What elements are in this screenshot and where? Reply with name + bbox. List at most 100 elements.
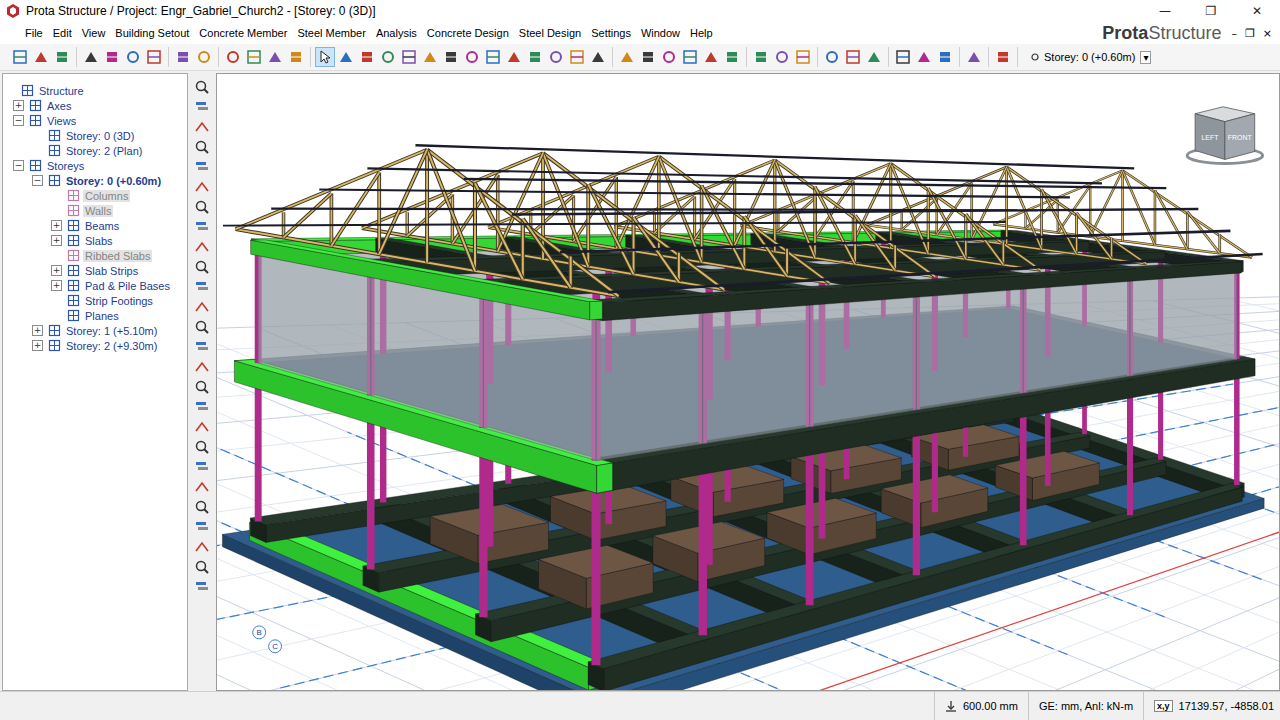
view-tool-button[interactable] (193, 179, 211, 195)
toolbar-button[interactable] (722, 47, 742, 67)
tree-item[interactable]: Walls (3, 203, 187, 218)
toolbar-button[interactable] (420, 47, 440, 67)
view-tool-button[interactable] (193, 239, 211, 255)
view-tool-button[interactable] (193, 459, 211, 475)
storey-dropdown[interactable]: Storey: 0 (+0.60m) ▾ (1028, 50, 1154, 65)
tree-expander[interactable]: − (13, 115, 24, 126)
view-tool-button[interactable] (193, 419, 211, 435)
toolbar-button[interactable] (483, 47, 503, 67)
toolbar-button[interactable] (265, 47, 285, 67)
toolbar-button[interactable] (286, 47, 306, 67)
toolbar-button[interactable] (144, 47, 164, 67)
tree-item[interactable]: + Beams (3, 218, 187, 233)
toolbar-button[interactable] (546, 47, 566, 67)
tree-expander[interactable]: + (32, 340, 43, 351)
tree-expander[interactable] (51, 205, 62, 216)
toolbar-button[interactable] (173, 47, 193, 67)
tree-expander[interactable] (51, 190, 62, 201)
view-tool-button[interactable] (193, 579, 211, 595)
toolbar-button[interactable] (10, 47, 30, 67)
tree-expander[interactable] (51, 310, 62, 321)
tree-item[interactable]: − Storeys (3, 158, 187, 173)
document-control-button[interactable]: ❐ (1245, 27, 1255, 40)
toolbar-button[interactable] (441, 47, 461, 67)
view-tool-button[interactable] (193, 199, 211, 215)
toolbar-button[interactable] (617, 47, 637, 67)
toolbar-button[interactable] (701, 47, 721, 67)
view-tool-button[interactable] (193, 339, 211, 355)
tree-expander[interactable] (51, 295, 62, 306)
tree-item[interactable]: + Storey: 1 (+5.10m) (3, 323, 187, 338)
window-control-button[interactable]: — (1142, 0, 1188, 22)
toolbar-button[interactable] (336, 47, 356, 67)
toolbar-button[interactable] (462, 47, 482, 67)
toolbar-button[interactable] (525, 47, 545, 67)
toolbar-button[interactable] (993, 47, 1013, 67)
view-tool-button[interactable] (193, 99, 211, 115)
toolbar-button[interactable] (751, 47, 771, 67)
toolbar-button[interactable] (893, 47, 913, 67)
toolbar-button[interactable] (81, 47, 101, 67)
menu-item[interactable]: Help (685, 25, 718, 41)
window-control-button[interactable]: ❐ (1188, 0, 1234, 22)
menu-item[interactable]: Concrete Member (194, 25, 292, 41)
view-tool-button[interactable] (193, 319, 211, 335)
toolbar-button[interactable] (31, 47, 51, 67)
tree-item[interactable]: + Slab Strips (3, 263, 187, 278)
view-tool-button[interactable] (193, 159, 211, 175)
tree-expander[interactable]: + (51, 280, 62, 291)
toolbar-button[interactable] (223, 47, 243, 67)
toolbar-button[interactable] (194, 47, 214, 67)
tree-item[interactable]: + Pad & Pile Bases (3, 278, 187, 293)
tree-expander[interactable] (32, 130, 43, 141)
toolbar-button[interactable] (864, 47, 884, 67)
toolbar-button[interactable] (315, 47, 335, 67)
toolbar-button[interactable] (793, 47, 813, 67)
tree-item[interactable]: Storey: 0 (3D) (3, 128, 187, 143)
view-tool-button[interactable] (193, 539, 211, 555)
menu-item[interactable]: Window (636, 25, 685, 41)
toolbar-button[interactable] (378, 47, 398, 67)
menu-item[interactable]: Building Setout (110, 25, 194, 41)
view-tool-button[interactable] (193, 479, 211, 495)
view-tool-button[interactable] (193, 359, 211, 375)
tree-expander[interactable]: + (51, 235, 62, 246)
toolbar-button[interactable] (504, 47, 524, 67)
toolbar-button[interactable] (772, 47, 792, 67)
tree-expander[interactable] (51, 250, 62, 261)
tree-expander[interactable]: + (51, 265, 62, 276)
menu-item[interactable]: Concrete Design (422, 25, 514, 41)
3d-viewport[interactable]: BCLEFTFRONT (216, 73, 1280, 691)
toolbar-button[interactable] (567, 47, 587, 67)
toolbar-button[interactable] (102, 47, 122, 67)
tree-expander[interactable]: + (32, 325, 43, 336)
tree-item[interactable]: + Axes (3, 98, 187, 113)
view-tool-button[interactable] (193, 399, 211, 415)
view-tool-button[interactable] (193, 259, 211, 275)
toolbar-button[interactable] (638, 47, 658, 67)
view-tool-button[interactable] (193, 119, 211, 135)
toolbar-button[interactable] (843, 47, 863, 67)
toolbar-button[interactable] (244, 47, 264, 67)
tree-item[interactable]: + Storey: 2 (+9.30m) (3, 338, 187, 353)
menu-item[interactable]: Edit (48, 25, 77, 41)
tree-expander[interactable]: + (51, 220, 62, 231)
menu-item[interactable]: Steel Member (292, 25, 370, 41)
tree-item[interactable]: Columns (3, 188, 187, 203)
view-cube[interactable]: LEFTFRONT (1187, 107, 1263, 164)
menu-item[interactable]: Steel Design (514, 25, 586, 41)
view-tool-button[interactable] (193, 519, 211, 535)
tree-item[interactable]: − Storey: 0 (+0.60m) (3, 173, 187, 188)
menu-item[interactable]: Analysis (371, 25, 422, 41)
view-tool-button[interactable] (193, 499, 211, 515)
menu-item[interactable]: Settings (586, 25, 636, 41)
tree-item[interactable]: Storey: 2 (Plan) (3, 143, 187, 158)
toolbar-button[interactable] (52, 47, 72, 67)
tree-expander[interactable]: − (32, 175, 43, 186)
view-tool-button[interactable] (193, 279, 211, 295)
view-tool-button[interactable] (193, 439, 211, 455)
tree-expander[interactable]: − (13, 160, 24, 171)
toolbar-button[interactable] (399, 47, 419, 67)
toolbar-button[interactable] (822, 47, 842, 67)
tree-expander[interactable]: + (13, 100, 24, 111)
